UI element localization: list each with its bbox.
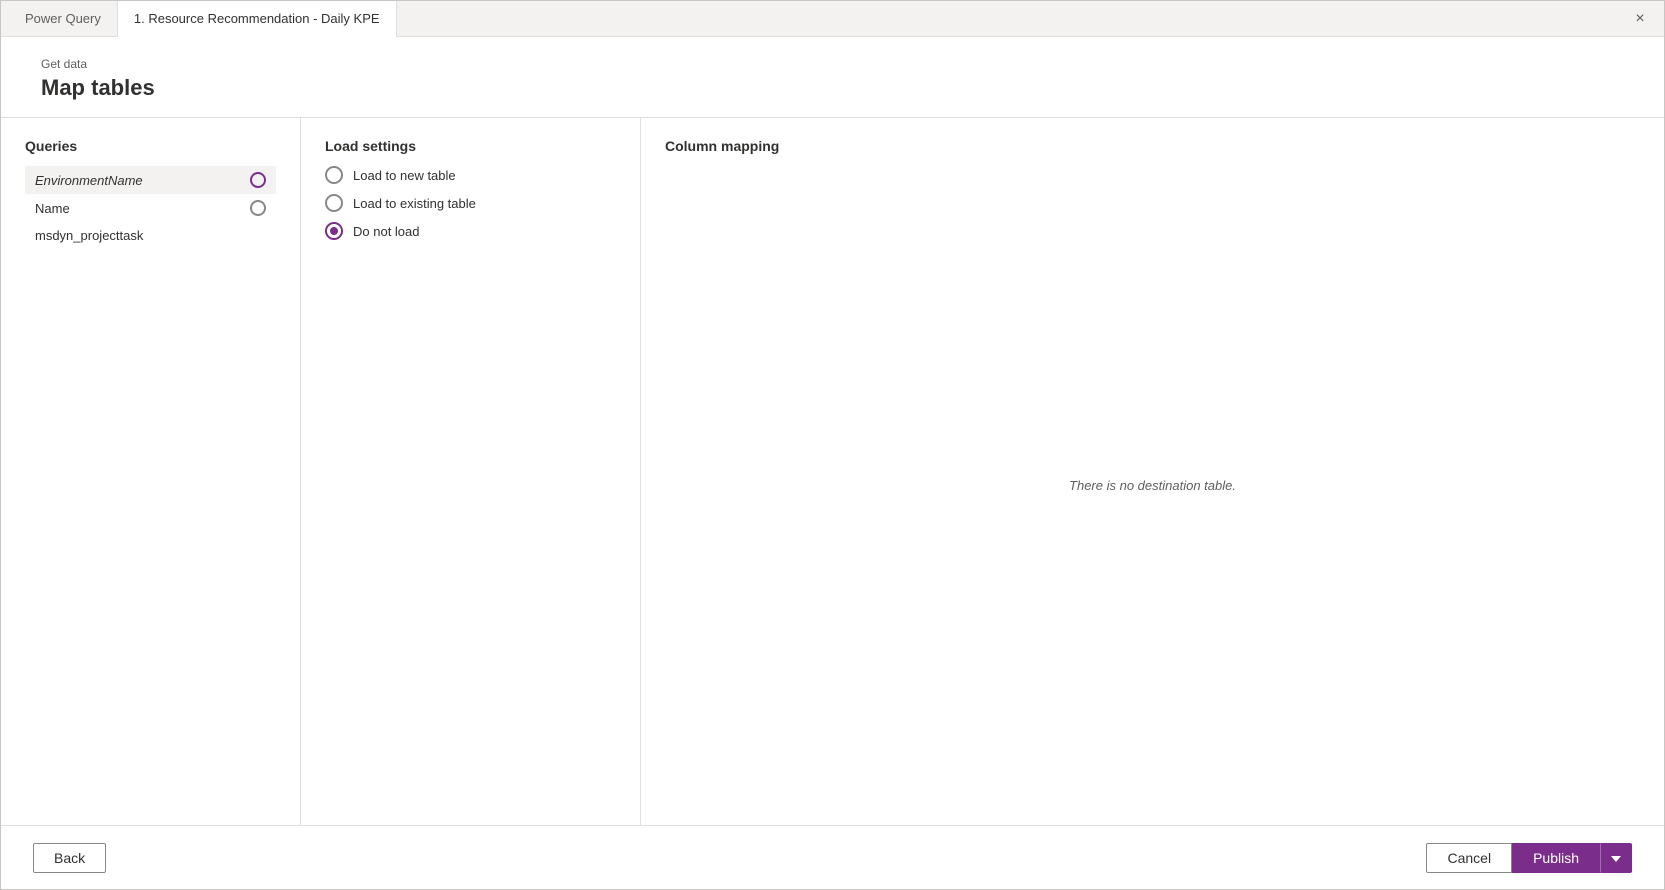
footer: Back Cancel Publish bbox=[1, 825, 1664, 889]
title-bar: Power Query 1. Resource Recommendation -… bbox=[1, 1, 1664, 37]
radio-option-load-existing[interactable]: Load to existing table bbox=[325, 194, 616, 212]
query-item-name[interactable]: Name bbox=[25, 194, 276, 222]
back-button[interactable]: Back bbox=[33, 843, 106, 873]
content-area: Get data Map tables Queries EnvironmentN… bbox=[1, 37, 1664, 825]
tab-resource-rec[interactable]: 1. Resource Recommendation - Daily KPE bbox=[118, 1, 397, 37]
main-body: Queries EnvironmentName Name msdyn_proje… bbox=[1, 117, 1664, 825]
load-settings-options: Load to new table Load to existing table… bbox=[325, 166, 616, 240]
radio-option-do-not-load[interactable]: Do not load bbox=[325, 222, 616, 240]
query-item-msdyn-projecttask[interactable]: msdyn_projecttask bbox=[25, 222, 276, 249]
column-mapping-panel: Column mapping There is no destination t… bbox=[641, 118, 1664, 825]
close-button[interactable]: × bbox=[1624, 3, 1656, 35]
queries-panel-title: Queries bbox=[25, 138, 276, 154]
query-label-name: Name bbox=[35, 201, 242, 216]
breadcrumb: Get data bbox=[41, 57, 1624, 71]
radio-label-do-not-load: Do not load bbox=[353, 224, 420, 239]
radio-label-load-new: Load to new table bbox=[353, 168, 456, 183]
queries-panel: Queries EnvironmentName Name msdyn_proje… bbox=[1, 118, 301, 825]
column-mapping-title: Column mapping bbox=[665, 138, 1640, 154]
cancel-button[interactable]: Cancel bbox=[1426, 843, 1512, 873]
query-label-msdyn-projecttask: msdyn_projecttask bbox=[35, 228, 266, 243]
chevron-down-icon bbox=[1611, 856, 1621, 862]
radio-circle-load-existing bbox=[325, 194, 343, 212]
query-item-environment-name[interactable]: EnvironmentName bbox=[25, 166, 276, 194]
tab-power-query[interactable]: Power Query bbox=[9, 1, 118, 37]
publish-dropdown-button[interactable] bbox=[1600, 843, 1632, 873]
load-settings-panel: Load settings Load to new table Load to … bbox=[301, 118, 641, 825]
radio-label-load-existing: Load to existing table bbox=[353, 196, 476, 211]
radio-circle-do-not-load bbox=[325, 222, 343, 240]
main-window: Power Query 1. Resource Recommendation -… bbox=[0, 0, 1665, 890]
no-destination-message: There is no destination table. bbox=[665, 166, 1640, 805]
query-radio-name bbox=[250, 200, 266, 216]
load-settings-title: Load settings bbox=[325, 138, 616, 154]
footer-right: Cancel Publish bbox=[1426, 843, 1632, 873]
query-label-environment-name: EnvironmentName bbox=[35, 173, 242, 188]
title-bar-tabs: Power Query 1. Resource Recommendation -… bbox=[9, 1, 397, 37]
publish-button[interactable]: Publish bbox=[1512, 843, 1600, 873]
page-header: Get data Map tables bbox=[1, 37, 1664, 117]
radio-circle-load-new bbox=[325, 166, 343, 184]
page-title: Map tables bbox=[41, 75, 1624, 101]
query-radio-environment-name bbox=[250, 172, 266, 188]
radio-option-load-new[interactable]: Load to new table bbox=[325, 166, 616, 184]
